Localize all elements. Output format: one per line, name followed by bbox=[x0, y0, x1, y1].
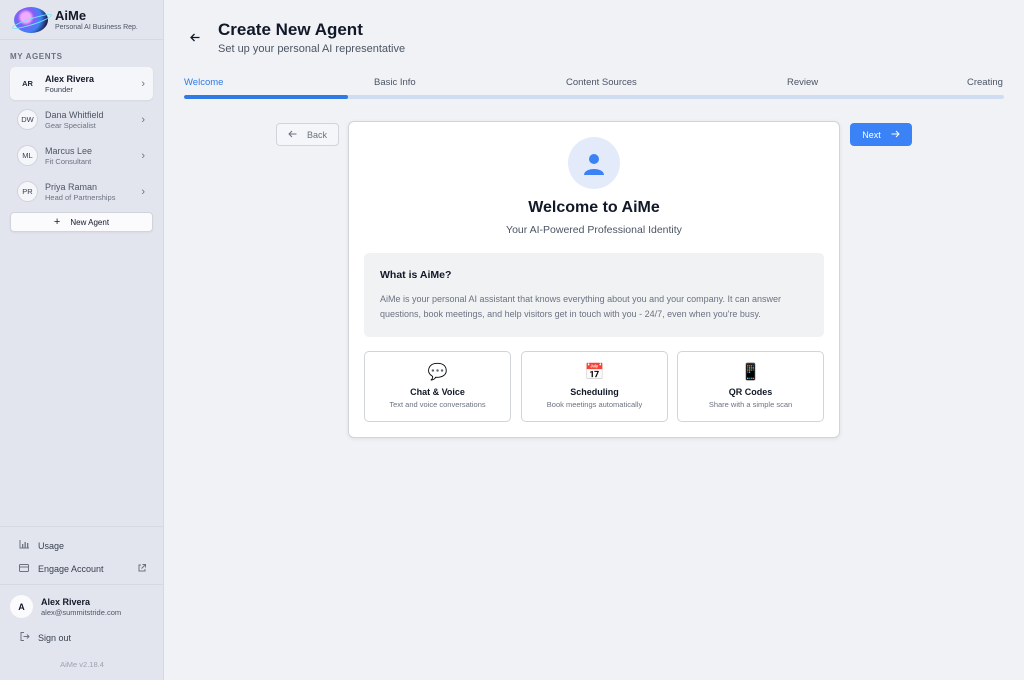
user-row[interactable]: A Alex Rivera alex@summitstride.com bbox=[0, 595, 164, 618]
agent-name: Dana Whitfield bbox=[45, 109, 104, 120]
main-content: Create New Agent Set up your personal AI… bbox=[165, 0, 1024, 680]
progress-fill bbox=[184, 95, 348, 99]
arrow-right-icon bbox=[891, 130, 900, 140]
avatar: PR bbox=[17, 181, 38, 202]
wizard-progress-bar bbox=[184, 95, 1004, 99]
feature-card-scheduling: 📅 Scheduling Book meetings automatically bbox=[521, 351, 668, 422]
agent-name: Marcus Lee bbox=[45, 145, 93, 156]
avatar: ML bbox=[17, 145, 38, 166]
back-button[interactable]: Back bbox=[276, 123, 339, 146]
speech-bubble-icon: 💬 bbox=[427, 364, 448, 381]
phone-icon: 📱 bbox=[740, 364, 761, 381]
page-subtitle: Set up your personal AI representative bbox=[218, 43, 406, 55]
avatar: A bbox=[10, 595, 33, 618]
agent-role: Fit Consultant bbox=[45, 156, 92, 166]
avatar: DW bbox=[17, 109, 38, 130]
brand-header[interactable]: AiMe Personal AI Business Rep. bbox=[0, 0, 163, 40]
step-content-sources[interactable]: Content Sources bbox=[566, 77, 637, 88]
next-label: Next bbox=[862, 129, 881, 140]
chevron-right-icon: › bbox=[141, 185, 145, 198]
feature-desc: Share with a simple scan bbox=[708, 400, 793, 409]
page-title: Create New Agent bbox=[218, 20, 363, 39]
feature-title: Chat & Voice bbox=[410, 387, 465, 397]
agent-role: Founder bbox=[45, 84, 73, 94]
agent-item-priya-raman[interactable]: PR Priya Raman Head of Partnerships › bbox=[10, 175, 153, 208]
back-label: Back bbox=[306, 129, 327, 140]
welcome-subtitle: Your AI-Powered Professional Identity bbox=[506, 224, 682, 236]
sidebar-footer-links: Usage Engage Account bbox=[0, 526, 164, 580]
info-text: AiMe is your personal AI assistant that … bbox=[380, 294, 782, 319]
sign-out-icon bbox=[20, 632, 30, 643]
bar-chart-icon bbox=[18, 540, 30, 551]
chevron-right-icon: › bbox=[141, 113, 145, 126]
new-agent-label: New Agent bbox=[70, 217, 110, 227]
welcome-card: Welcome to AiMe Your AI-Powered Professi… bbox=[348, 121, 840, 438]
person-icon bbox=[568, 137, 620, 189]
user-email: alex@summitstride.com bbox=[41, 607, 122, 617]
agent-item-dana-whitfield[interactable]: DW Dana Whitfield Gear Specialist › bbox=[10, 103, 153, 136]
my-agents-label: MY AGENTS bbox=[10, 52, 63, 61]
brand-name: AiMe bbox=[55, 8, 87, 23]
step-basic-info[interactable]: Basic Info bbox=[374, 77, 416, 88]
credit-card-icon bbox=[18, 563, 30, 574]
engage-account-link[interactable]: Engage Account bbox=[0, 557, 164, 580]
sidebar: AiMe Personal AI Business Rep. MY AGENTS… bbox=[0, 0, 164, 680]
plus-icon: + bbox=[53, 216, 61, 228]
calendar-icon: 📅 bbox=[584, 364, 605, 381]
agent-role: Head of Partnerships bbox=[45, 192, 116, 202]
app-version: AiMe v2.18.4 bbox=[60, 660, 104, 669]
step-creating[interactable]: Creating bbox=[967, 77, 1003, 88]
feature-title: Scheduling bbox=[570, 387, 619, 397]
agent-item-alex-rivera[interactable]: AR Alex Rivera Founder › bbox=[10, 67, 153, 100]
agent-name: Alex Rivera bbox=[45, 73, 95, 84]
feature-desc: Book meetings automatically bbox=[546, 400, 643, 409]
feature-desc: Text and voice conversations bbox=[389, 400, 486, 409]
welcome-title: Welcome to AiMe bbox=[528, 199, 660, 216]
wizard-steps: Welcome Basic Info Content Sources Revie… bbox=[184, 77, 1004, 89]
arrow-left-icon bbox=[288, 130, 297, 140]
info-title: What is AiMe? bbox=[380, 269, 452, 281]
next-button[interactable]: Next bbox=[850, 123, 912, 146]
sign-out-label: Sign out bbox=[38, 632, 72, 643]
agent-name: Priya Raman bbox=[45, 181, 98, 192]
external-link-icon bbox=[138, 563, 146, 574]
sign-out-button[interactable]: Sign out bbox=[0, 632, 164, 643]
new-agent-button[interactable]: + New Agent bbox=[10, 212, 153, 232]
engage-account-label: Engage Account bbox=[38, 563, 104, 574]
brand-tagline: Personal AI Business Rep. bbox=[55, 24, 138, 31]
feature-card-qr-codes: 📱 QR Codes Share with a simple scan bbox=[677, 351, 824, 422]
aime-logo bbox=[14, 6, 48, 33]
feature-card-chat-voice: 💬 Chat & Voice Text and voice conversati… bbox=[364, 351, 511, 422]
user-name: Alex Rivera bbox=[41, 596, 91, 607]
step-review[interactable]: Review bbox=[787, 77, 818, 88]
chevron-right-icon: › bbox=[141, 149, 145, 162]
avatar: AR bbox=[22, 79, 33, 88]
chevron-right-icon: › bbox=[141, 77, 145, 90]
info-box: What is AiMe? AiMe is your personal AI a… bbox=[364, 253, 824, 337]
user-profile: A Alex Rivera alex@summitstride.com Sign… bbox=[0, 584, 164, 643]
usage-link[interactable]: Usage bbox=[0, 534, 164, 557]
step-welcome[interactable]: Welcome bbox=[184, 77, 223, 88]
back-arrow-icon[interactable] bbox=[190, 31, 200, 45]
usage-label: Usage bbox=[38, 540, 65, 551]
agent-item-marcus-lee[interactable]: ML Marcus Lee Fit Consultant › bbox=[10, 139, 153, 172]
feature-title: QR Codes bbox=[728, 387, 773, 397]
agent-role: Gear Specialist bbox=[45, 120, 96, 130]
